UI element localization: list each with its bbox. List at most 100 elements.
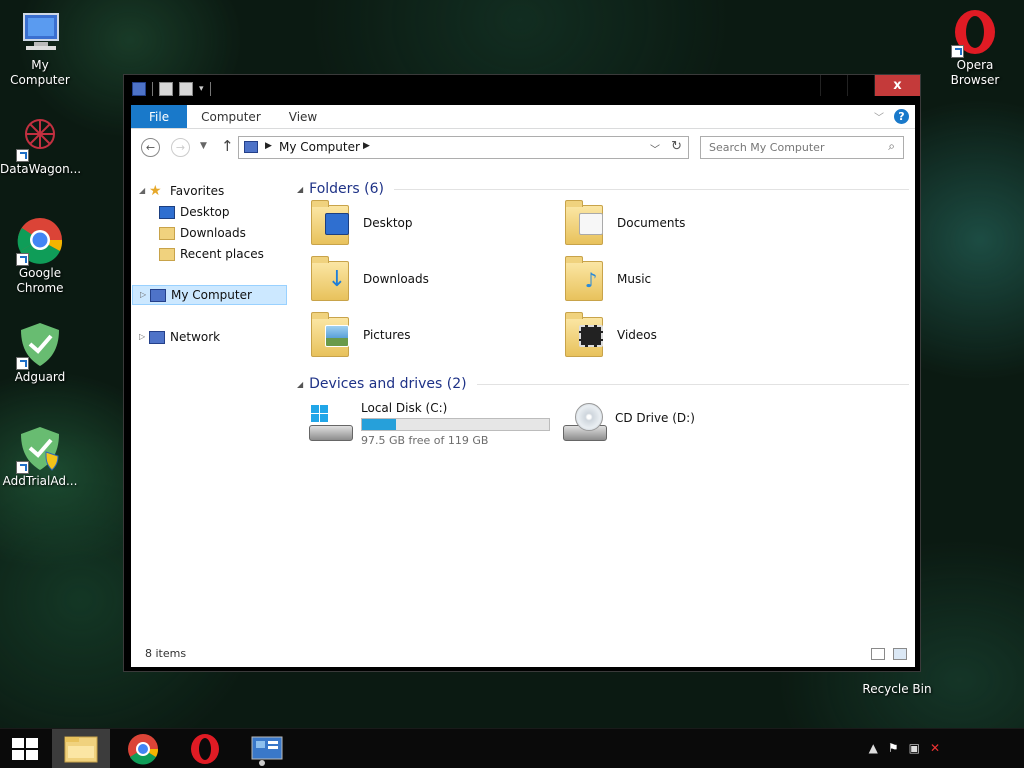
- folder-music[interactable]: ♪ Music: [563, 253, 651, 305]
- back-button[interactable]: ←: [141, 138, 160, 157]
- desktop-icon-label: Recycle Bin: [862, 682, 932, 696]
- details-view-icon[interactable]: [871, 648, 885, 660]
- desktop-icon-my-computer[interactable]: My Computer: [0, 8, 80, 88]
- computer-small-icon: [150, 288, 166, 302]
- nav-item-label: My Computer: [171, 288, 252, 302]
- taskbar-opera[interactable]: [176, 729, 234, 768]
- tab-computer[interactable]: Computer: [187, 105, 275, 128]
- opera-icon: [191, 734, 219, 764]
- folder-documents[interactable]: Documents: [563, 197, 685, 249]
- search-box[interactable]: ⌕: [700, 136, 904, 159]
- nav-item-favorites[interactable]: ◢ ★ Favorites: [139, 181, 224, 201]
- adguard-shield-icon: [16, 320, 64, 370]
- tab-file[interactable]: File: [131, 105, 188, 128]
- volume-muted-icon[interactable]: ✕: [930, 741, 940, 755]
- nav-item-recent-places[interactable]: Recent places: [149, 244, 264, 264]
- chevron-down-icon[interactable]: ▾: [199, 84, 204, 94]
- show-hidden-icons-chevron-icon[interactable]: ▲: [869, 741, 878, 755]
- drives-group-header[interactable]: ◢ Devices and drives (2): [297, 376, 909, 392]
- quick-access-toolbar: ▾: [132, 82, 211, 96]
- title-bar[interactable]: ▾ x: [124, 75, 920, 105]
- ribbon-tabs: File Computer View ﹀ ?: [131, 105, 915, 129]
- collapse-triangle-icon[interactable]: ◢: [297, 380, 303, 389]
- chrome-icon: [128, 734, 159, 765]
- navigation-bar: ← → ▼ ↑ ▶ My Computer ▶ ﹀ ↻ ⌕: [131, 129, 915, 165]
- folder-desktop[interactable]: Desktop: [309, 197, 413, 249]
- computer-icon: [16, 8, 64, 56]
- drive-local-disk-c[interactable]: Local Disk (C:) 97.5 GB free of 119 GB: [307, 401, 550, 447]
- downloads-folder-icon: ↓: [309, 255, 353, 303]
- folders-group-header[interactable]: ◢ Folders (6): [297, 181, 909, 197]
- nav-item-label: Network: [170, 330, 221, 344]
- refresh-icon[interactable]: ↻: [671, 139, 682, 154]
- nav-item-downloads[interactable]: Downloads: [149, 223, 246, 243]
- start-button[interactable]: [0, 729, 58, 768]
- taskbar-control-panel[interactable]: [238, 729, 296, 768]
- desktop-icon-recycle-bin[interactable]: Recycle Bin: [857, 682, 937, 697]
- address-bar[interactable]: ▶ My Computer ▶ ﹀ ↻: [238, 136, 689, 159]
- collapse-triangle-icon[interactable]: ◢: [139, 181, 149, 201]
- computer-small-icon[interactable]: [132, 82, 146, 96]
- explorer-window: ▾ x File Computer View ﹀ ? ← → ▼ ↑ ▶ My …: [123, 74, 921, 672]
- maximize-button[interactable]: [847, 75, 874, 96]
- desktop-icon-label: DataWagon...: [0, 162, 82, 176]
- system-tray: ▲ ⚑ ▣ ✕: [869, 741, 940, 755]
- desktop-icon-datawagon[interactable]: DataWagon...: [0, 112, 82, 177]
- forward-button[interactable]: →: [171, 138, 190, 157]
- breadcrumb-arrow-icon[interactable]: ▶: [363, 141, 370, 151]
- desktop-icon-opera[interactable]: Opera Browser: [935, 8, 1015, 88]
- address-dropdown-chevron-icon[interactable]: ﹀: [650, 141, 660, 156]
- nav-item-desktop[interactable]: Desktop: [149, 202, 230, 222]
- shortcut-arrow-icon: [16, 253, 29, 266]
- folder-downloads[interactable]: ↓ Downloads: [309, 253, 429, 305]
- folder-videos[interactable]: Videos: [563, 309, 657, 361]
- chrome-icon: [16, 216, 64, 266]
- desktop-icon-label: Opera Browser: [950, 58, 1000, 87]
- desktop-icon-label: Google Chrome: [16, 266, 64, 295]
- up-button[interactable]: ↑: [221, 137, 234, 155]
- properties-icon[interactable]: [159, 82, 173, 96]
- desktop-icon-label: AddTrialAd...: [2, 474, 78, 488]
- expand-triangle-icon[interactable]: ▷: [140, 285, 150, 305]
- new-folder-icon[interactable]: [179, 82, 193, 96]
- desktop-folder-icon: [309, 199, 353, 247]
- search-icon[interactable]: ⌕: [888, 139, 895, 154]
- taskbar-chrome[interactable]: [114, 729, 172, 768]
- videos-folder-icon: [563, 311, 607, 359]
- action-center-flag-icon[interactable]: ⚑: [888, 741, 899, 755]
- toolbar-divider: [152, 82, 153, 96]
- toolbar-divider: [209, 82, 211, 96]
- disk-usage-bar: [361, 418, 550, 431]
- folder-pictures[interactable]: Pictures: [309, 309, 411, 361]
- search-input[interactable]: [701, 137, 871, 158]
- file-explorer-icon: [64, 736, 98, 763]
- expand-triangle-icon[interactable]: ▷: [139, 327, 149, 347]
- nav-item-label: Favorites: [170, 184, 225, 198]
- recent-locations-chevron-icon[interactable]: ▼: [200, 141, 207, 151]
- collapse-triangle-icon[interactable]: ◢: [297, 185, 303, 194]
- desktop-icon-label: Adguard: [14, 370, 66, 384]
- desktop-icon-chrome[interactable]: Google Chrome: [0, 216, 80, 296]
- help-button[interactable]: ?: [894, 109, 909, 124]
- desktop-icon-addtrialad[interactable]: AddTrialAd...: [0, 424, 80, 489]
- minimize-button[interactable]: [820, 75, 847, 96]
- large-icons-view-icon[interactable]: [893, 648, 907, 660]
- explorer-client: File Computer View ﹀ ? ← → ▼ ↑ ▶ My Comp…: [131, 105, 915, 667]
- breadcrumb-my-computer[interactable]: My Computer: [279, 140, 360, 154]
- desktop-icon-adguard[interactable]: Adguard: [0, 320, 80, 385]
- nav-item-network[interactable]: ▷ Network: [139, 327, 220, 347]
- drive-cd-d[interactable]: CD Drive (D:): [561, 401, 695, 445]
- expand-ribbon-chevron-icon[interactable]: ﹀: [874, 109, 884, 124]
- network-tray-icon[interactable]: ▣: [909, 741, 920, 755]
- nav-item-my-computer[interactable]: ▷ My Computer: [132, 285, 287, 305]
- taskbar-file-explorer[interactable]: [52, 729, 110, 768]
- nav-item-label: Recent places: [180, 247, 264, 261]
- close-button[interactable]: x: [874, 75, 920, 96]
- content-pane: ◢ Folders (6) Desktop Documents ↓ Downlo…: [297, 171, 911, 641]
- windows-logo-icon: [12, 738, 38, 760]
- breadcrumb-arrow-icon[interactable]: ▶: [265, 141, 272, 151]
- star-icon: ★: [149, 182, 162, 199]
- disk-usage-fill: [362, 419, 396, 430]
- navigation-pane: ◢ ★ Favorites Desktop Downloads Recent p…: [131, 171, 294, 641]
- tab-view[interactable]: View: [275, 105, 331, 128]
